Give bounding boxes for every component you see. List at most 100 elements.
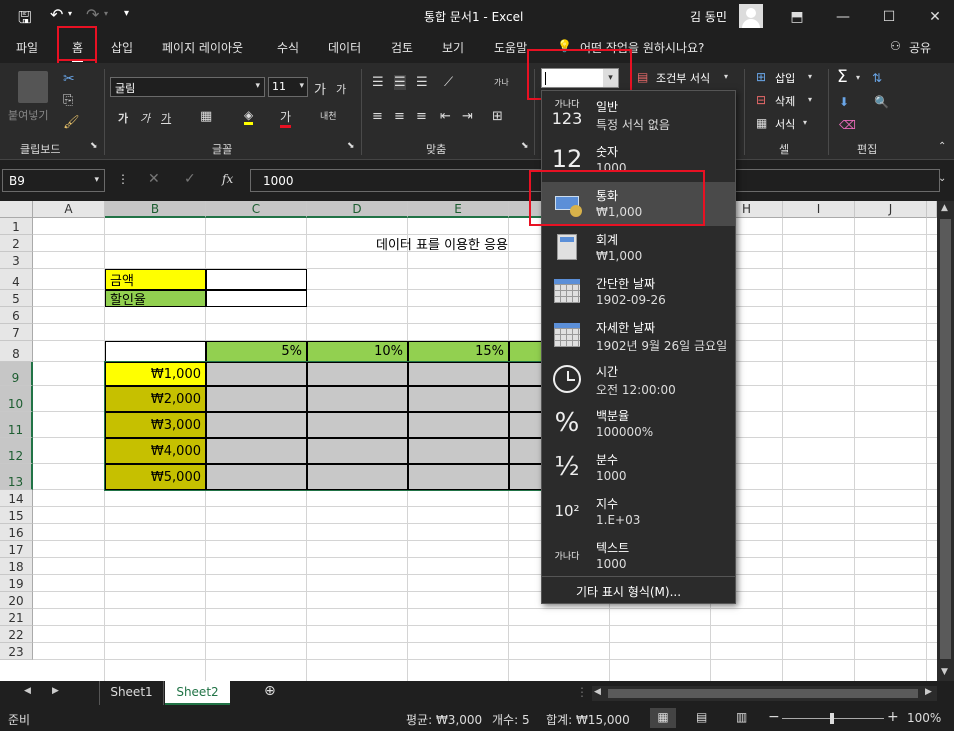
normal-view-icon[interactable]: ▦: [650, 708, 676, 728]
save-icon[interactable]: 🖫: [18, 7, 32, 34]
vertical-scrollbar[interactable]: ▲ ▼: [937, 201, 954, 681]
clear-icon[interactable]: ⌫: [839, 118, 856, 132]
tab-page-layout[interactable]: 페이지 레이아웃: [162, 39, 243, 56]
row-header[interactable]: 18: [0, 558, 33, 575]
number-format-option[interactable]: 시간 오전 12:00:00: [542, 358, 735, 402]
align-middle-icon[interactable]: ☰: [394, 75, 406, 90]
column-header[interactable]: E: [408, 201, 509, 218]
align-center-icon[interactable]: ≡: [394, 109, 405, 124]
font-launcher-icon[interactable]: ⬊: [347, 141, 355, 151]
clipboard-launcher-icon[interactable]: ⬊: [90, 141, 98, 151]
minimize-button[interactable]: —: [820, 0, 866, 33]
row-header[interactable]: 6: [0, 307, 33, 324]
more-number-formats[interactable]: 기타 표시 형식(M)...: [576, 583, 681, 600]
zoom-out-icon[interactable]: −: [768, 709, 780, 725]
new-sheet-icon[interactable]: ⊕: [264, 683, 276, 699]
wrap-text-button[interactable]: 가나: [494, 77, 509, 88]
row-header[interactable]: 17: [0, 541, 33, 558]
tab-help[interactable]: 도움말: [494, 39, 527, 56]
zoom-level[interactable]: 100%: [907, 711, 941, 725]
ribbon-display-options-icon[interactable]: ⬒: [774, 0, 820, 33]
avatar[interactable]: [739, 4, 763, 28]
find-select-icon[interactable]: 🔍: [874, 95, 889, 109]
amount-input-cell[interactable]: [206, 269, 307, 290]
column-header[interactable]: I: [783, 201, 855, 218]
font-color-button[interactable]: 가: [280, 108, 292, 128]
number-format-option[interactable]: 회계 ₩1,000: [542, 226, 735, 270]
select-all-corner[interactable]: [0, 201, 33, 218]
increase-indent-icon[interactable]: ⇥: [462, 109, 473, 124]
page-layout-view-icon[interactable]: ▤: [696, 710, 707, 724]
rate-input-cell[interactable]: [206, 290, 307, 307]
copy-icon[interactable]: ⎘: [63, 93, 73, 108]
delete-cells-button[interactable]: 삭제: [775, 93, 795, 109]
decrease-indent-icon[interactable]: ⇤: [440, 109, 451, 124]
fill-color-icon[interactable]: ◈: [244, 108, 254, 125]
maximize-button[interactable]: ☐: [866, 0, 912, 33]
number-format-option[interactable]: 가나다 123 일반 특정 서식 없음: [542, 93, 735, 137]
page-break-view-icon[interactable]: ▥: [736, 710, 747, 724]
row-header[interactable]: 7: [0, 324, 33, 341]
format-painter-icon[interactable]: 🖌: [63, 115, 80, 130]
prev-sheet-icon[interactable]: ◀: [24, 686, 31, 696]
enter-icon[interactable]: ✓: [184, 171, 196, 187]
row-header[interactable]: 10: [0, 386, 33, 412]
cancel-icon[interactable]: ✕: [148, 171, 160, 187]
autosum-icon[interactable]: Σ: [837, 67, 848, 87]
cut-icon[interactable]: ✂: [63, 71, 75, 87]
number-format-option[interactable]: 자세한 날짜 1902년 9월 26일 금요일: [542, 314, 735, 358]
row-header[interactable]: 23: [0, 643, 33, 660]
row-header[interactable]: 22: [0, 626, 33, 643]
fill-icon[interactable]: ⬇: [839, 95, 849, 109]
merge-center-icon[interactable]: ⊞: [492, 109, 503, 124]
undo-dropdown-icon[interactable]: ▾: [68, 9, 72, 18]
row-header[interactable]: 12: [0, 438, 33, 464]
row-header[interactable]: 9: [0, 362, 33, 386]
redo-icon[interactable]: ↷: [86, 5, 99, 24]
collapse-ribbon-icon[interactable]: ⌃: [938, 141, 946, 152]
sheet-tab-2[interactable]: Sheet2: [165, 681, 230, 705]
number-format-option[interactable]: 가나다 텍스트 1000: [542, 534, 735, 578]
row-header[interactable]: 19: [0, 575, 33, 592]
alignment-launcher-icon[interactable]: ⬊: [521, 141, 529, 151]
row-header[interactable]: 16: [0, 524, 33, 541]
label-rate[interactable]: 할인율: [105, 290, 206, 308]
zoom-slider-thumb[interactable]: [830, 713, 834, 724]
row-header[interactable]: 3: [0, 252, 33, 269]
status-average[interactable]: 평균: ₩3,000: [406, 711, 482, 728]
font-size-select[interactable]: 11 ▾: [268, 77, 308, 97]
number-format-option[interactable]: ½ 분수 1000: [542, 446, 735, 490]
paste-icon[interactable]: [18, 71, 48, 103]
rate-header-cell[interactable]: 10%: [307, 341, 408, 362]
column-header[interactable]: J: [855, 201, 927, 218]
column-header[interactable]: D: [307, 201, 408, 218]
grow-font-button[interactable]: 가: [314, 79, 326, 98]
status-sum[interactable]: 합계: ₩15,000: [546, 711, 630, 728]
user-name[interactable]: 김 동민: [690, 8, 727, 25]
zoom-in-icon[interactable]: +: [887, 709, 899, 725]
scroll-up-icon[interactable]: ▲: [941, 203, 948, 213]
tab-formulas[interactable]: 수식: [277, 39, 299, 56]
tab-file[interactable]: 파일: [16, 39, 38, 56]
row-header[interactable]: 8: [0, 341, 33, 362]
rate-header-cell[interactable]: 15%: [408, 341, 509, 362]
insert-function-button[interactable]: fx: [222, 172, 233, 186]
orientation-icon[interactable]: ⟋: [444, 75, 453, 90]
close-button[interactable]: ✕: [912, 0, 954, 33]
column-header[interactable]: B: [105, 201, 206, 218]
row-header[interactable]: 15: [0, 507, 33, 524]
expand-formula-icon[interactable]: ⌄: [938, 173, 946, 184]
worksheet-grid[interactable]: A B C D E F G H I J 12345678910111213141…: [0, 201, 937, 681]
tab-view[interactable]: 보기: [442, 39, 464, 56]
align-left-icon[interactable]: ≡: [372, 109, 383, 124]
row-header[interactable]: 1: [0, 218, 33, 235]
zoom-slider[interactable]: [782, 713, 884, 724]
label-amount[interactable]: 금액: [105, 269, 206, 290]
rate-header-cell[interactable]: 5%: [206, 341, 307, 362]
row-header[interactable]: 21: [0, 609, 33, 626]
column-header[interactable]: A: [33, 201, 105, 218]
scroll-right-icon[interactable]: ▶: [925, 687, 932, 697]
scroll-thumb[interactable]: [940, 219, 951, 659]
format-cells-button[interactable]: 서식: [775, 116, 795, 132]
align-right-icon[interactable]: ≡: [416, 109, 427, 124]
